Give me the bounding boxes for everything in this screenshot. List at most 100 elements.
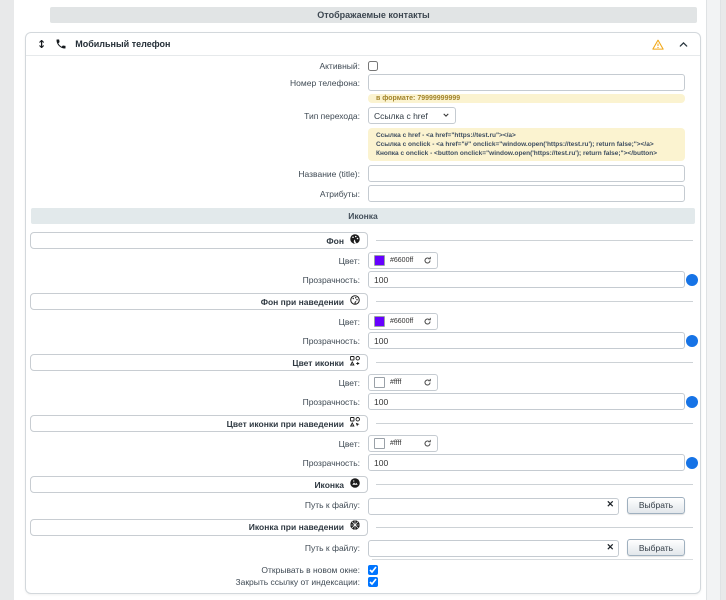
subsection-rule: [376, 527, 693, 528]
new-window-label: Открывать в новом окне:: [26, 565, 368, 575]
subsection-title: Иконка: [314, 480, 344, 490]
subsection-rule: [376, 240, 693, 241]
panel-body: Активный: Номер телефона: в формате: 799…: [26, 56, 700, 593]
color-label: Цвет:: [26, 439, 368, 449]
subsection-header-icon-color-hover: Цвет иконки при наведении: [30, 415, 700, 432]
subsection-header-background: Фон: [30, 232, 700, 249]
drag-handle-icon[interactable]: ↕: [37, 39, 46, 50]
active-checkbox[interactable]: [368, 61, 378, 71]
background-hover-opacity-input[interactable]: [368, 332, 685, 349]
warning-icon: [651, 38, 665, 51]
panel-title: Мобильный телефон: [75, 39, 170, 49]
attributes-label: Атрибуты:: [26, 189, 368, 199]
color-label: Цвет:: [26, 256, 368, 266]
slider-thumb[interactable]: [686, 457, 698, 469]
color-swatch[interactable]: [374, 377, 385, 388]
color-value: #6600ff: [390, 318, 418, 325]
icon-hover-file-path-input[interactable]: [368, 540, 619, 557]
background-hover-color-picker[interactable]: #6600ff: [368, 313, 438, 330]
color-value: #ffff: [390, 379, 418, 386]
opacity-label: Прозрачность:: [26, 458, 368, 468]
phone-format-hint: в формате: 79999999999: [368, 94, 685, 103]
icon-color-picker[interactable]: #ffff: [368, 374, 438, 391]
subsection-title: Фон при наведении: [261, 297, 344, 307]
mobile-phone-panel: ↕ Мобильный телефон Активный: Номер теле…: [25, 32, 701, 594]
color-value: #ffff: [390, 440, 418, 447]
bottom-divider: [372, 559, 693, 560]
slider-thumb[interactable]: [686, 396, 698, 408]
opacity-label: Прозрачность:: [26, 336, 368, 346]
subsection-title: Цвет иконки: [292, 358, 344, 368]
hint-line-2: Ссылка с onclick - <a href="#" onclick="…: [376, 140, 677, 149]
subsection-header-icon-file-hover: Иконка при наведении: [30, 519, 700, 536]
noindex-label: Закрыть ссылку от индексации:: [26, 577, 368, 587]
displayed-contacts-title: Отображаемые контакты: [317, 10, 429, 20]
slider-thumb[interactable]: [686, 335, 698, 347]
chevron-up-icon[interactable]: [678, 39, 689, 50]
open-new-window-checkbox[interactable]: [368, 565, 378, 575]
mobile-phone-panel-header[interactable]: ↕ Мобильный телефон: [26, 33, 700, 56]
clear-file-icon[interactable]: ✕: [606, 542, 614, 553]
refresh-color-icon[interactable]: [423, 439, 432, 448]
subsection-title: Иконка при наведении: [249, 522, 344, 532]
phone-number-label: Номер телефона:: [26, 78, 368, 88]
image-circle-icon: [349, 476, 361, 494]
subsection-rule: [376, 484, 693, 485]
palette-outline-icon: [349, 293, 361, 311]
main-content: Отображаемые контакты ↕ Мобильный телефо…: [14, 0, 706, 600]
refresh-color-icon[interactable]: [423, 378, 432, 387]
transition-type-value: Ссылка с href: [374, 111, 428, 121]
subsection-header-icon-file: Иконка: [30, 476, 700, 493]
icon-file-path-input[interactable]: [368, 498, 619, 515]
image-circle-pattern-icon: [349, 518, 361, 536]
subsection-header-icon-color: Цвет иконки: [30, 354, 700, 371]
icon-color-opacity-input[interactable]: [368, 393, 685, 410]
title-label: Название (title):: [26, 169, 368, 179]
noindex-checkbox[interactable]: [368, 577, 378, 587]
subsection-rule: [376, 301, 693, 302]
icon-shapes-grid-icon: [349, 354, 361, 372]
displayed-contacts-section-header[interactable]: Отображаемые контакты: [50, 7, 697, 23]
hint-line-3: Кнопка с onclick - <button onclick="wind…: [376, 149, 677, 158]
color-label: Цвет:: [26, 317, 368, 327]
opacity-label: Прозрачность:: [26, 275, 368, 285]
select-chevron-down-icon: [442, 111, 450, 121]
transition-type-hint: Ссылка с href - <a href="https://test.ru…: [368, 128, 685, 161]
clear-file-icon[interactable]: ✕: [606, 499, 614, 510]
color-swatch[interactable]: [374, 316, 385, 327]
subsection-header-background-hover: Фон при наведении: [30, 293, 700, 310]
icon-shapes-grid-cursor-icon: [349, 415, 361, 433]
slider-thumb[interactable]: [686, 274, 698, 286]
phone-number-input[interactable]: [368, 74, 685, 91]
file-path-label: Путь к файлу:: [26, 500, 368, 510]
icon-color-hover-picker[interactable]: #ffff: [368, 435, 438, 452]
color-swatch[interactable]: [374, 438, 385, 449]
subsection-title: Фон: [326, 236, 344, 246]
icon-color-hover-opacity-input[interactable]: [368, 454, 685, 471]
active-label: Активный:: [26, 61, 368, 71]
refresh-color-icon[interactable]: [423, 317, 432, 326]
opacity-label: Прозрачность:: [26, 397, 368, 407]
choose-icon-hover-file-button[interactable]: Выбрать: [627, 539, 685, 556]
title-input[interactable]: [368, 165, 685, 182]
page-scrollbar-track[interactable]: [706, 0, 721, 600]
file-path-label: Путь к файлу:: [26, 543, 368, 553]
palette-filled-icon: [349, 232, 361, 250]
phone-icon: [55, 38, 67, 50]
color-swatch[interactable]: [374, 255, 385, 266]
transition-type-select[interactable]: Ссылка с href: [368, 107, 456, 124]
refresh-color-icon[interactable]: [423, 256, 432, 265]
icons-section-title: Иконка: [348, 211, 378, 221]
transition-type-label: Тип перехода:: [26, 111, 368, 121]
background-opacity-input[interactable]: [368, 271, 685, 288]
color-label: Цвет:: [26, 378, 368, 388]
color-value: #6600ff: [390, 257, 418, 264]
attributes-input[interactable]: [368, 185, 685, 202]
icons-section-header: Иконка: [31, 208, 695, 224]
background-color-picker[interactable]: #6600ff: [368, 252, 438, 269]
subsection-rule: [376, 362, 693, 363]
choose-icon-file-button[interactable]: Выбрать: [627, 497, 685, 514]
subsection-rule: [376, 423, 693, 424]
hint-line-1: Ссылка с href - <a href="https://test.ru…: [376, 131, 677, 140]
subsection-title: Цвет иконки при наведении: [227, 419, 344, 429]
